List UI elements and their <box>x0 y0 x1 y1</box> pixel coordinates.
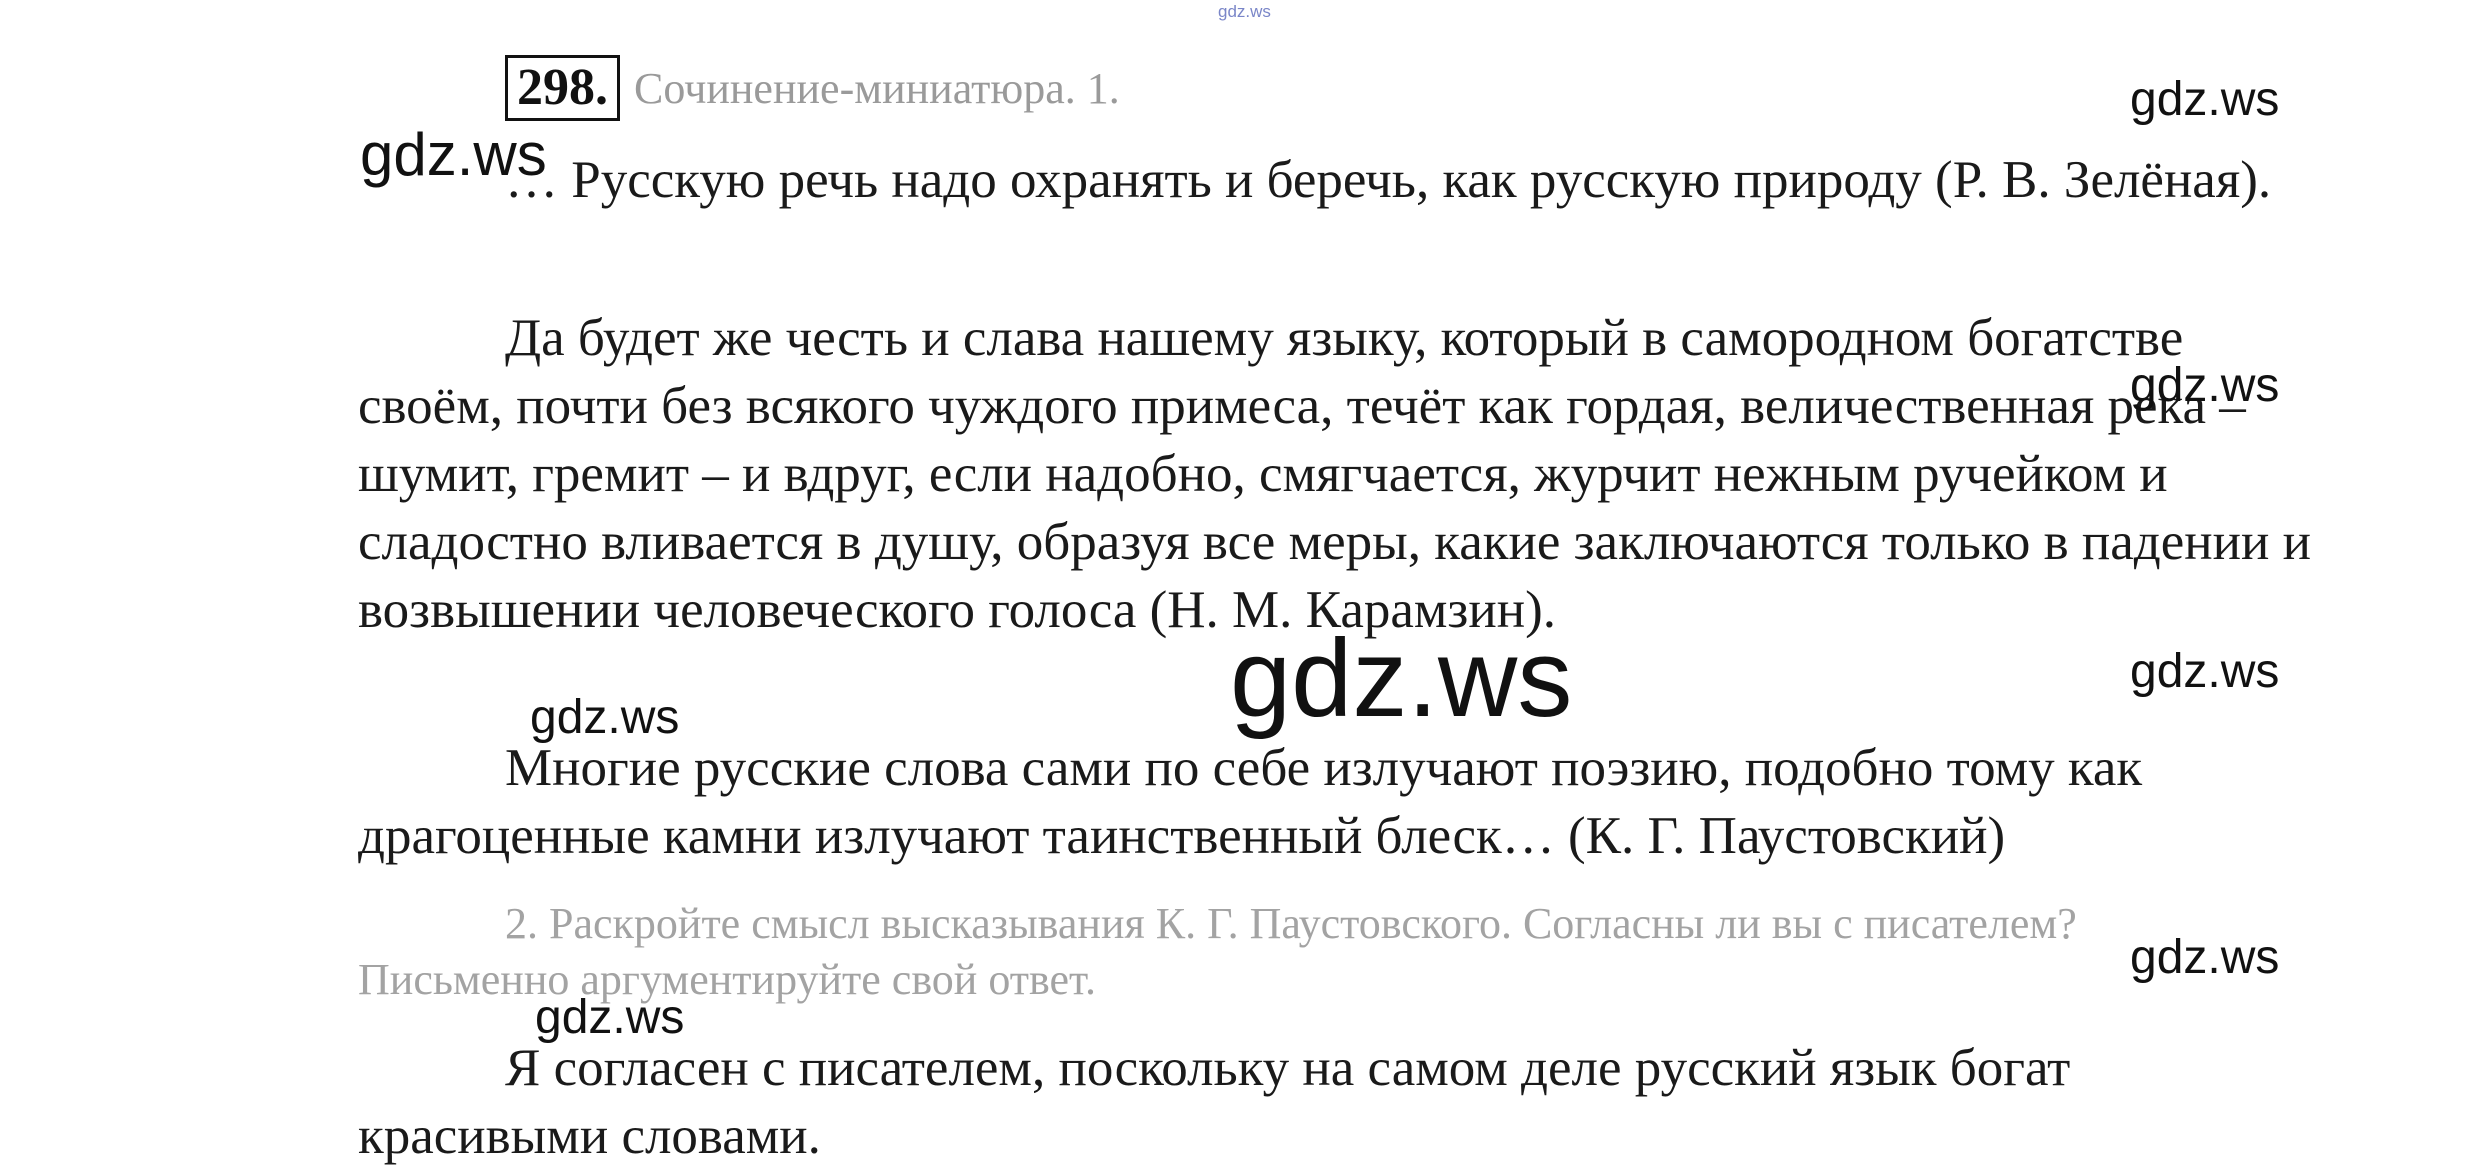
watermark-center: gdz.ws <box>1230 617 1573 740</box>
exercise-header: 298. Сочинение-миниатюра. 1. <box>505 54 1120 122</box>
document-page: gdz.ws 298. Сочинение-миниатюра. 1. … Ру… <box>0 0 2481 1170</box>
watermark: gdz.ws <box>360 121 547 188</box>
watermark: gdz.ws <box>2130 359 2280 412</box>
exercise-number: 298. <box>505 55 620 121</box>
watermark: gdz.ws <box>2130 73 2280 126</box>
task-title: Сочинение-миниатюра. 1. <box>634 63 1120 113</box>
quote-paustovsky: Многие русские слова сами по себе излуча… <box>358 739 2143 865</box>
watermark: gdz.ws <box>2130 645 2280 698</box>
top-watermark: gdz.ws <box>1218 2 1271 21</box>
watermark: gdz.ws <box>535 991 685 1044</box>
watermark: gdz.ws <box>2130 931 2280 984</box>
watermark: gdz.ws <box>530 691 680 744</box>
quote-karamzin: Да будет же честь и слава нашему языку, … <box>358 309 2311 639</box>
answer-text: Я согласен с писателем, поскольку на сам… <box>358 1039 2071 1165</box>
quote-zelenaya: … Русскую речь надо охранять и беречь, к… <box>505 151 2272 209</box>
